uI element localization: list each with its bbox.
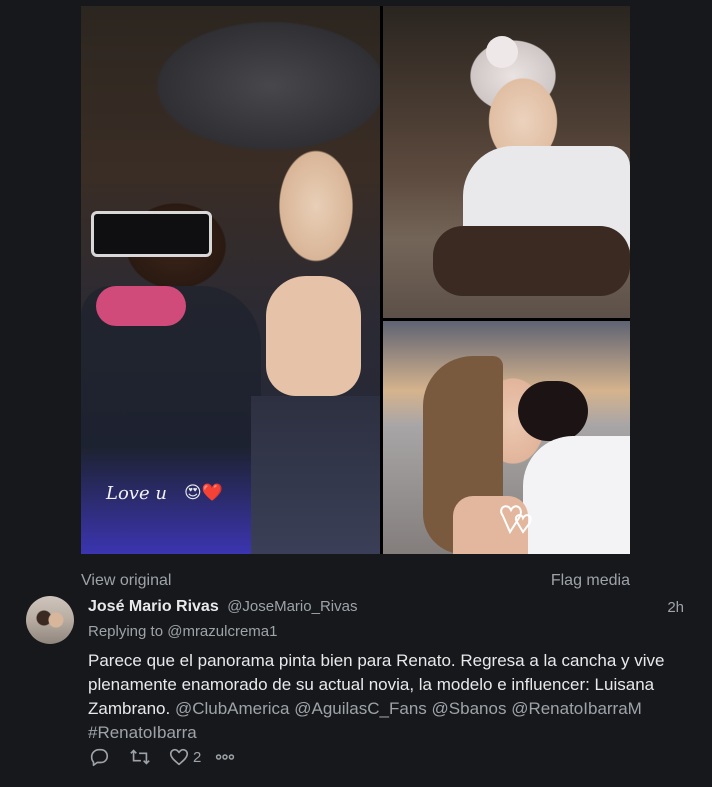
photo-detail-shirt <box>523 436 630 554</box>
tweet: José Mario Rivas @JoseMario_Rivas 2h Rep… <box>88 598 688 745</box>
author-name[interactable]: José Mario Rivas <box>88 598 219 615</box>
more-button[interactable] <box>213 746 237 768</box>
replying-to-label: Replying to <box>88 623 164 640</box>
mention-link[interactable]: @RenatoIbarraM <box>511 699 642 718</box>
reply-icon <box>90 748 109 767</box>
photo-detail-beanie-pompom <box>486 36 518 68</box>
photo-couple-beach-rocks[interactable] <box>383 6 630 318</box>
photo-detail-pink-hood <box>96 286 186 326</box>
mention-link[interactable]: @AguilasC_Fans <box>294 699 427 718</box>
photo-detail-hoodie <box>81 286 261 554</box>
tweet-text: Parece que el panorama pinta bien para R… <box>88 649 688 745</box>
view-original-link[interactable]: View original <box>81 572 171 590</box>
replying-to-line: Replying to @mrazulcrema1 <box>88 623 688 640</box>
flag-media-link[interactable]: Flag media <box>551 572 630 590</box>
mention-link[interactable]: @Sbanos <box>432 699 507 718</box>
retweet-icon <box>130 749 150 765</box>
photo-overlay-caption: Love u <box>106 483 167 504</box>
mention-link[interactable]: @ClubAmerica <box>175 699 290 718</box>
tweet-header: José Mario Rivas @JoseMario_Rivas 2h <box>88 598 688 620</box>
avatar[interactable] <box>26 596 74 644</box>
tweet-timestamp[interactable]: 2h <box>667 599 684 616</box>
photo-detail-sunglasses <box>91 211 212 257</box>
heart-icon <box>169 748 189 766</box>
tweet-actions: 2 <box>88 745 237 769</box>
photo-detail-jacket <box>251 396 380 554</box>
photo-detail-hand <box>266 276 361 396</box>
reply-button[interactable] <box>88 746 110 768</box>
photo-couple-car-selfie[interactable]: Love u 😍❤️ <box>81 6 380 554</box>
hashtag-link[interactable]: #RenatoIbarra <box>88 723 197 742</box>
author-handle[interactable]: @JoseMario_Rivas <box>227 598 357 615</box>
like-button[interactable]: 2 <box>168 746 201 768</box>
media-grid[interactable]: Love u 😍❤️ <box>81 6 630 554</box>
photo-detail-arms <box>433 226 630 296</box>
retweet-button[interactable] <box>128 746 152 768</box>
heart-sticker-icon <box>500 505 532 535</box>
photo-detail-head <box>518 381 588 441</box>
photo-overlay-emojis: 😍❤️ <box>184 483 223 502</box>
more-icon <box>216 754 235 760</box>
like-count: 2 <box>193 748 202 766</box>
replying-to-mention[interactable]: @mrazulcrema1 <box>167 623 277 640</box>
